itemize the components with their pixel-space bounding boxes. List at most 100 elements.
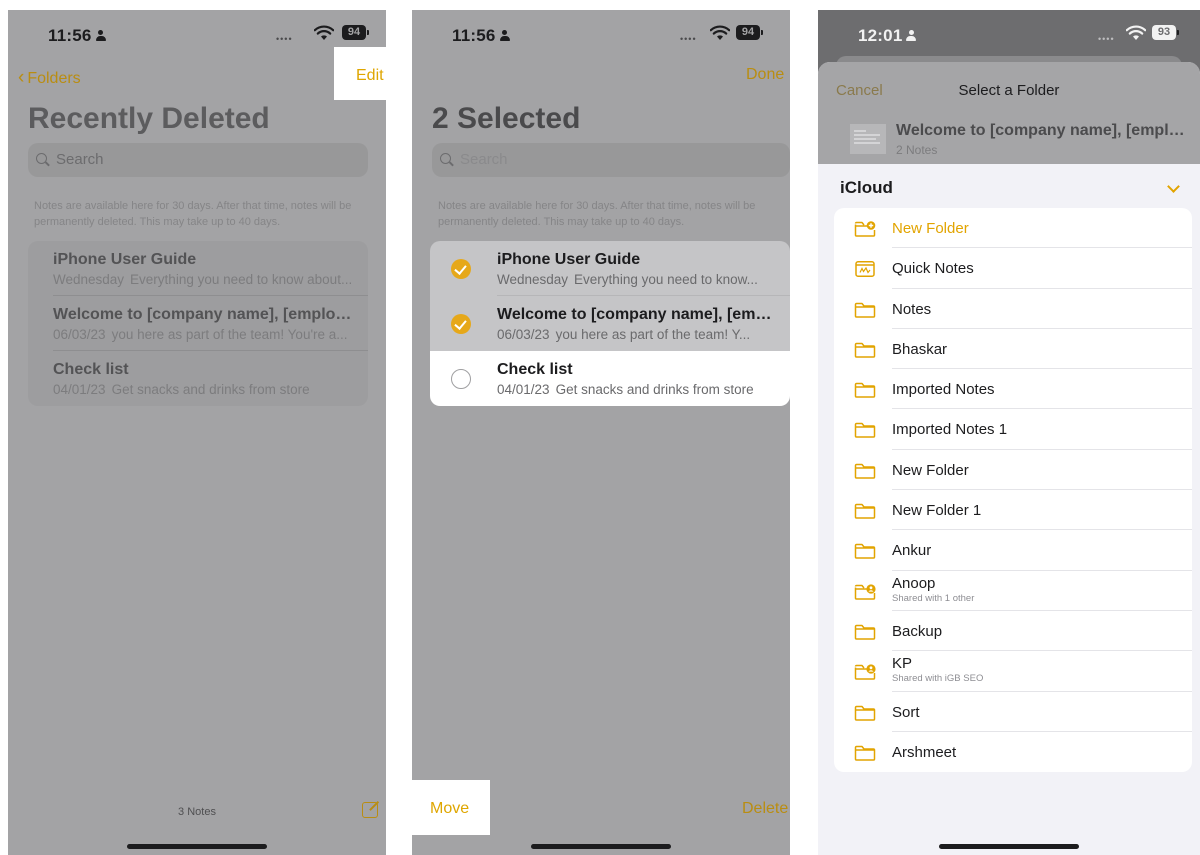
folder-row[interactable]: Bhaskar [834, 329, 1192, 370]
wifi-icon [314, 25, 334, 40]
done-button[interactable]: Done [746, 66, 784, 84]
folder-row[interactable]: Quick Notes [834, 248, 1192, 289]
folder-row[interactable]: Backup [834, 611, 1192, 652]
battery-icon: 94 [342, 25, 369, 40]
search-input[interactable]: Search [432, 143, 790, 177]
folder-name: New Folder 1 [892, 502, 982, 520]
folder-icon [854, 745, 876, 761]
note-detail: 04/01/23 Get snacks and drinks from store [497, 382, 780, 397]
home-indicator [939, 844, 1079, 849]
note-title: Check list [53, 361, 129, 378]
folder-icon [854, 503, 876, 519]
shared-folder-icon [854, 664, 876, 681]
folder-row[interactable]: KP Shared with iGB SEO [834, 651, 1192, 692]
screen-recently-deleted: 11:56 •••• 94 ‹ Folders Edit Recently Del… [8, 10, 386, 855]
folder-row[interactable]: Imported Notes [834, 369, 1192, 410]
folder-row[interactable]: New Folder [834, 208, 1192, 249]
note-date: 06/03/23 [53, 327, 106, 342]
note-title: iPhone User Guide [497, 251, 641, 268]
cellular-signal-icon: •••• [680, 34, 697, 44]
status-time: 12:01 [858, 26, 917, 46]
note-date: 04/01/23 [497, 382, 550, 397]
empty-circle-icon[interactable] [451, 369, 471, 389]
delete-button[interactable]: Delete [742, 800, 788, 818]
folder-icon [854, 705, 876, 721]
notes-list: iPhone User Guide Wednesday Everything yo… [28, 241, 368, 406]
folder-row[interactable]: New Folder [834, 450, 1192, 491]
folder-row[interactable]: Anoop Shared with 1 other [834, 571, 1192, 611]
folder-name: Quick Notes [892, 260, 974, 278]
folder-row[interactable]: Arshmeet [834, 732, 1192, 772]
person-icon [95, 30, 106, 41]
page-title: 2 Selected [432, 102, 581, 135]
person-icon [906, 30, 917, 41]
list-item[interactable]: Check list 04/01/23 Get snacks and drinks… [430, 351, 790, 406]
checkmark-icon[interactable] [451, 259, 471, 279]
note-date: Wednesday [497, 272, 569, 287]
note-detail: 06/03/23 you here as part of the team! Y.… [497, 327, 780, 342]
person-icon [499, 30, 510, 41]
screen-selection: 11:56 •••• 94 Done 2 Selected Search Not… [412, 10, 790, 855]
note-title: Welcome to [company name], [employee... [53, 306, 358, 323]
wifi-icon [710, 25, 730, 40]
quick-notes-icon [854, 261, 876, 278]
back-button[interactable]: ‹ Folders [18, 67, 81, 89]
note-title: iPhone User Guide [53, 251, 197, 268]
folder-name: Bhaskar [892, 340, 948, 358]
retention-info: Notes are available here for 30 days. Af… [34, 200, 352, 228]
page-title: Recently Deleted [28, 102, 270, 135]
folder-row[interactable]: Sort [834, 692, 1192, 732]
move-button[interactable]: Move [430, 800, 469, 818]
status-bar: 11:56 •••• 94 [8, 10, 386, 56]
notes-count: 3 Notes [178, 806, 216, 818]
screen-select-folder: 12:01 •••• 93 Cancel Select a Folder Wel… [818, 10, 1200, 855]
list-item[interactable]: Welcome to [company name], [employee... … [28, 296, 368, 351]
folder-name: Sort [892, 703, 920, 721]
folder-name: Ankur [892, 542, 932, 560]
checkmark-icon[interactable] [451, 314, 471, 334]
note-detail: Wednesday Everything you need to know abo… [53, 272, 358, 287]
search-input[interactable]: Search [28, 143, 368, 177]
search-placeholder: Search [56, 151, 104, 168]
home-indicator [531, 844, 671, 849]
retention-info: Notes are available here for 30 days. Af… [438, 200, 756, 228]
shared-folder-icon [854, 584, 876, 600]
moving-note-title: Welcome to [company name], [emplo... [896, 122, 1188, 139]
home-indicator [127, 844, 267, 849]
note-preview: Get snacks and drinks from store [555, 382, 754, 397]
compose-icon[interactable] [362, 802, 378, 818]
list-item[interactable]: Check list 04/01/23 Get snacks and drinks… [28, 351, 368, 406]
wifi-icon [1126, 25, 1146, 40]
chevron-down-icon[interactable] [1167, 180, 1180, 193]
note-preview: Everything you need to know about... [130, 272, 353, 287]
sheet-header: Cancel Select a Folder Welcome to [compa… [818, 62, 1200, 164]
folder-row[interactable]: New Folder 1 [834, 490, 1192, 531]
status-bar: 11:56 •••• 94 [412, 10, 790, 56]
note-preview: Get snacks and drinks from store [111, 382, 310, 397]
list-item[interactable]: iPhone User Guide Wednesday Everything yo… [430, 241, 790, 296]
folder-name: Imported Notes [892, 381, 995, 399]
search-icon [36, 153, 47, 164]
account-header[interactable]: iCloud [840, 178, 893, 198]
note-date: Wednesday [53, 272, 125, 287]
new-folder-icon [854, 221, 876, 237]
note-date: 04/01/23 [53, 382, 106, 397]
notes-list: iPhone User Guide Wednesday Everything yo… [430, 241, 790, 406]
folder-name: New Folder [892, 461, 969, 479]
list-item[interactable]: iPhone User Guide Wednesday Everything yo… [28, 241, 368, 296]
battery-icon: 94 [736, 25, 763, 40]
folder-row[interactable]: Imported Notes 1 [834, 409, 1192, 450]
edit-button[interactable]: Edit [356, 67, 384, 85]
folder-name: Anoop [892, 574, 936, 592]
folder-row[interactable]: Notes [834, 289, 1192, 329]
cellular-signal-icon: •••• [1098, 34, 1115, 44]
folder-icon [854, 302, 876, 318]
list-item[interactable]: Welcome to [company name], [empl... 06/0… [430, 296, 790, 351]
folder-shared-status: Shared with 1 other [892, 592, 975, 604]
folder-shared-status: Shared with iGB SEO [892, 673, 984, 685]
note-title: Welcome to [company name], [empl... [497, 306, 780, 323]
folder-row[interactable]: Ankur [834, 530, 1192, 571]
status-time: 11:56 [48, 26, 106, 46]
folder-icon [854, 624, 876, 640]
folder-icon [854, 422, 876, 439]
